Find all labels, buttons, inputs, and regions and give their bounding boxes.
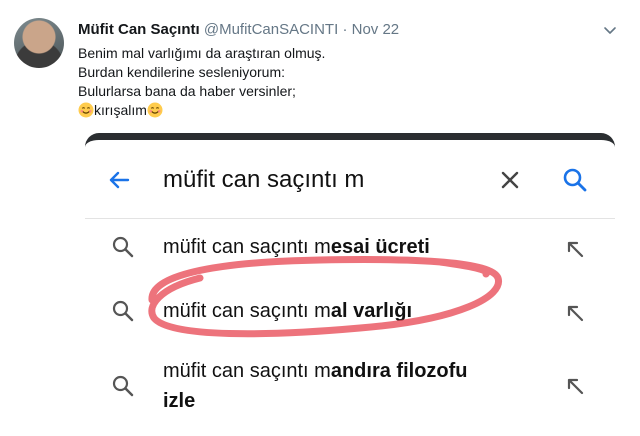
suggestion-item[interactable]: müfit can saçıntı mesai ücreti bbox=[85, 218, 615, 280]
tweet-line-4-text: kırışalım bbox=[94, 102, 147, 118]
suggestion-item[interactable]: müfit can saçıntı mandıra filozofu izle bbox=[85, 344, 615, 434]
tweet-line-1: Benim mal varlığımı da araştıran olmuş. bbox=[78, 45, 326, 61]
avatar[interactable] bbox=[14, 18, 64, 68]
tweet: Müfit Can Saçıntı @MufitCanSACINTI · Nov… bbox=[0, 0, 640, 436]
back-arrow-icon[interactable] bbox=[107, 168, 131, 192]
search-query[interactable]: müfit can saçıntı m bbox=[163, 166, 364, 194]
search-icon bbox=[112, 300, 134, 322]
fill-query-arrow-icon[interactable] bbox=[565, 303, 585, 323]
tweet-line-4: kırışalım bbox=[78, 101, 325, 120]
tweet-line-2: Burdan kendilerine sesleniyorum: bbox=[78, 64, 285, 80]
close-icon[interactable] bbox=[499, 169, 521, 191]
search-icon bbox=[112, 375, 134, 397]
tweet-image-search-screenshot[interactable]: müfit can saçıntı m müfit can saçıntı me… bbox=[85, 133, 615, 436]
tweet-date[interactable]: Nov 22 bbox=[352, 21, 400, 38]
search-bar: müfit can saçıntı m bbox=[85, 140, 615, 219]
fill-query-arrow-icon[interactable] bbox=[565, 376, 585, 396]
author-name[interactable]: Müfit Can Saçıntı bbox=[78, 21, 200, 38]
fill-query-arrow-icon[interactable] bbox=[565, 239, 585, 259]
author-handle[interactable]: @MufitCanSACINTI bbox=[204, 21, 338, 38]
suggestion-item[interactable]: müfit can saçıntı mal varlığı bbox=[85, 280, 615, 344]
tweet-text: Benim mal varlığımı da araştıran olmuş. … bbox=[78, 44, 325, 120]
search-icon bbox=[112, 236, 134, 258]
tweet-header: Müfit Can Saçıntı @MufitCanSACINTI · Nov… bbox=[78, 21, 399, 38]
smiling-face-emoji-icon bbox=[78, 102, 94, 118]
search-icon[interactable] bbox=[562, 167, 588, 193]
tweet-line-3: Bulurlarsa bana da haber versinler; bbox=[78, 83, 296, 99]
header-separator: · bbox=[342, 21, 348, 38]
suggestion-text: müfit can saçıntı mal varlığı bbox=[163, 300, 412, 322]
smiling-face-emoji-icon bbox=[147, 102, 163, 118]
suggestion-text: müfit can saçıntı mesai ücreti bbox=[163, 236, 430, 258]
suggestion-text: müfit can saçıntı mandıra filozofu izle bbox=[163, 360, 468, 412]
chevron-down-icon[interactable] bbox=[602, 22, 618, 38]
